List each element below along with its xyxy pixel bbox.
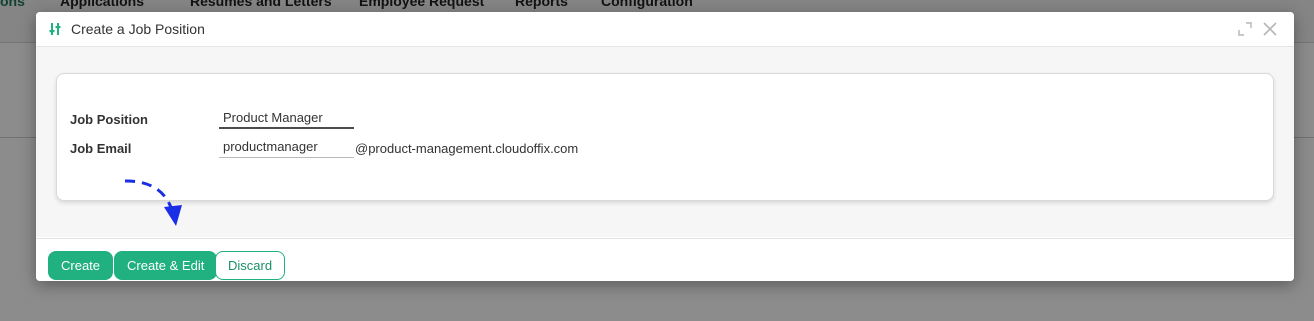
dialog-footer: Create Create & Edit Discard [36,238,1294,281]
dialog-body: Job Position Product Manager Job Email p… [36,47,1294,237]
job-position-input[interactable]: Product Manager [219,107,354,129]
discard-button[interactable]: Discard [215,251,286,280]
close-icon[interactable] [1262,21,1278,37]
job-position-label: Job Position [70,112,148,127]
dialog-title: Create a Job Position [71,21,205,37]
expand-icon[interactable] [1238,22,1252,36]
create-button[interactable]: Create [48,251,114,280]
job-email-domain-suffix: @product-management.cloudoffix.com [355,141,579,156]
job-position-icon [49,23,61,35]
create-and-edit-button[interactable]: Create & Edit [114,251,218,280]
form-sheet: Job Position Product Manager Job Email p… [56,73,1274,201]
dialog-header: Create a Job Position [36,12,1294,47]
create-job-position-dialog: Create a Job Position Job Position Produ… [36,12,1294,281]
job-email-label: Job Email [70,141,132,156]
job-email-input[interactable]: productmanager [219,136,354,158]
